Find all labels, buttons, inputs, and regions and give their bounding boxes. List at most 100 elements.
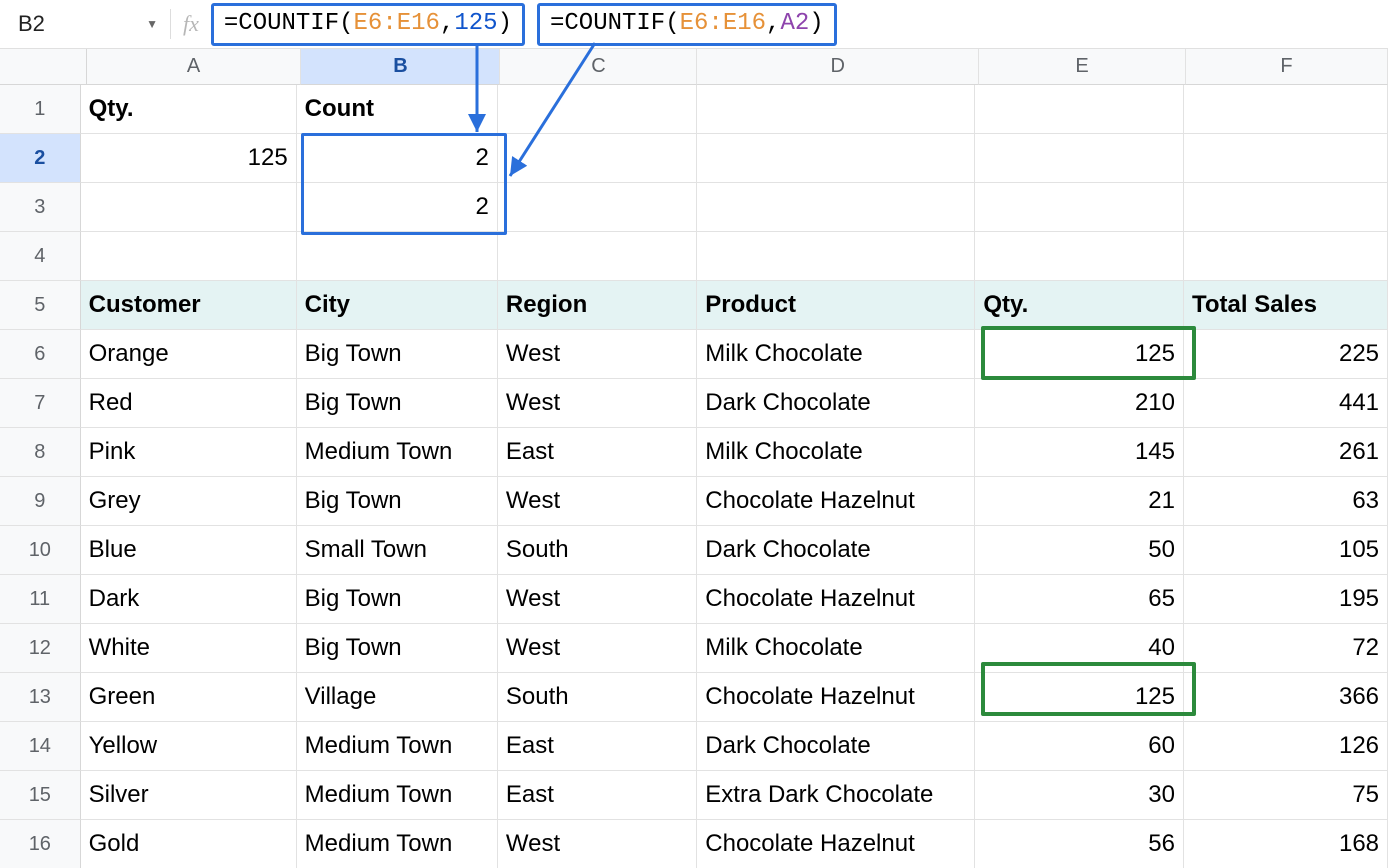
cell-b4[interactable]: [297, 232, 498, 281]
cell-f15[interactable]: 75: [1184, 771, 1388, 820]
cell-d1[interactable]: [697, 85, 975, 134]
cell-b8[interactable]: Medium Town: [297, 428, 498, 477]
cell-e10[interactable]: 50: [975, 526, 1184, 575]
cell-f7[interactable]: 441: [1184, 379, 1388, 428]
row-head-15[interactable]: 15: [0, 771, 81, 820]
cell-f6[interactable]: 225: [1184, 330, 1388, 379]
cell-c4[interactable]: [498, 232, 697, 281]
cell-a9[interactable]: Grey: [81, 477, 297, 526]
chevron-down-icon[interactable]: ▼: [146, 17, 158, 31]
cell-e2[interactable]: [975, 134, 1184, 183]
cell-f4[interactable]: [1184, 232, 1388, 281]
cell-b9[interactable]: Big Town: [297, 477, 498, 526]
cell-a15[interactable]: Silver: [81, 771, 297, 820]
cell-a11[interactable]: Dark: [81, 575, 297, 624]
cell-c9[interactable]: West: [498, 477, 697, 526]
cell-d8[interactable]: Milk Chocolate: [697, 428, 975, 477]
cell-f16[interactable]: 168: [1184, 820, 1388, 868]
cell-a2[interactable]: 125: [81, 134, 297, 183]
row-head-2[interactable]: 2: [0, 134, 81, 183]
cell-b2[interactable]: 2: [297, 134, 498, 183]
col-head-f[interactable]: F: [1186, 49, 1388, 85]
row-head-4[interactable]: 4: [0, 232, 81, 281]
cell-d10[interactable]: Dark Chocolate: [697, 526, 975, 575]
col-head-b[interactable]: B: [301, 49, 500, 85]
cell-d13[interactable]: Chocolate Hazelnut: [697, 673, 975, 722]
row-head-12[interactable]: 12: [0, 624, 81, 673]
cell-f5[interactable]: Total Sales: [1184, 281, 1388, 330]
cell-a1[interactable]: Qty.: [81, 85, 297, 134]
cell-d15[interactable]: Extra Dark Chocolate: [697, 771, 975, 820]
cell-b1[interactable]: Count: [297, 85, 498, 134]
row-head-3[interactable]: 3: [0, 183, 81, 232]
cell-e11[interactable]: 65: [975, 575, 1184, 624]
cell-c8[interactable]: East: [498, 428, 697, 477]
col-head-d[interactable]: D: [697, 49, 979, 85]
cell-f1[interactable]: [1184, 85, 1388, 134]
cell-b11[interactable]: Big Town: [297, 575, 498, 624]
cell-e15[interactable]: 30: [975, 771, 1184, 820]
cell-a6[interactable]: Orange: [81, 330, 297, 379]
row-head-10[interactable]: 10: [0, 526, 81, 575]
cell-c11[interactable]: West: [498, 575, 697, 624]
cell-e3[interactable]: [975, 183, 1184, 232]
cell-f13[interactable]: 366: [1184, 673, 1388, 722]
cell-c3[interactable]: [498, 183, 697, 232]
cell-c16[interactable]: West: [498, 820, 697, 868]
row-head-9[interactable]: 9: [0, 477, 81, 526]
cell-c14[interactable]: East: [498, 722, 697, 771]
col-head-c[interactable]: C: [500, 49, 697, 85]
cell-a8[interactable]: Pink: [81, 428, 297, 477]
cell-d11[interactable]: Chocolate Hazelnut: [697, 575, 975, 624]
cell-e12[interactable]: 40: [975, 624, 1184, 673]
cell-c7[interactable]: West: [498, 379, 697, 428]
cell-a10[interactable]: Blue: [81, 526, 297, 575]
cell-e8[interactable]: 145: [975, 428, 1184, 477]
cell-a13[interactable]: Green: [81, 673, 297, 722]
cell-e14[interactable]: 60: [975, 722, 1184, 771]
cell-c10[interactable]: South: [498, 526, 697, 575]
cell-e7[interactable]: 210: [975, 379, 1184, 428]
cell-a16[interactable]: Gold: [81, 820, 297, 868]
cell-f11[interactable]: 195: [1184, 575, 1388, 624]
row-head-14[interactable]: 14: [0, 722, 81, 771]
cell-c1[interactable]: [498, 85, 697, 134]
cell-d14[interactable]: Dark Chocolate: [697, 722, 975, 771]
cell-d2[interactable]: [697, 134, 975, 183]
row-head-13[interactable]: 13: [0, 673, 81, 722]
cell-d7[interactable]: Dark Chocolate: [697, 379, 975, 428]
cell-b7[interactable]: Big Town: [297, 379, 498, 428]
cell-d4[interactable]: [697, 232, 975, 281]
cell-b6[interactable]: Big Town: [297, 330, 498, 379]
cell-c6[interactable]: West: [498, 330, 697, 379]
col-head-e[interactable]: E: [979, 49, 1186, 85]
cell-f2[interactable]: [1184, 134, 1388, 183]
cell-d5[interactable]: Product: [697, 281, 975, 330]
name-box[interactable]: B2 ▼: [18, 11, 158, 37]
cell-b5[interactable]: City: [297, 281, 498, 330]
cell-f14[interactable]: 126: [1184, 722, 1388, 771]
row-head-11[interactable]: 11: [0, 575, 81, 624]
cell-d3[interactable]: [697, 183, 975, 232]
cell-c12[interactable]: West: [498, 624, 697, 673]
cell-f10[interactable]: 105: [1184, 526, 1388, 575]
cell-d9[interactable]: Chocolate Hazelnut: [697, 477, 975, 526]
cell-a7[interactable]: Red: [81, 379, 297, 428]
cell-f12[interactable]: 72: [1184, 624, 1388, 673]
fx-icon[interactable]: fx: [183, 11, 199, 37]
cell-e1[interactable]: [975, 85, 1184, 134]
cell-e9[interactable]: 21: [975, 477, 1184, 526]
cell-e13[interactable]: 125: [975, 673, 1184, 722]
cell-c2[interactable]: [498, 134, 697, 183]
cell-b14[interactable]: Medium Town: [297, 722, 498, 771]
col-head-a[interactable]: A: [87, 49, 302, 85]
cell-d12[interactable]: Milk Chocolate: [697, 624, 975, 673]
cell-a12[interactable]: White: [81, 624, 297, 673]
cell-e5[interactable]: Qty.: [975, 281, 1184, 330]
cell-b13[interactable]: Village: [297, 673, 498, 722]
select-all-corner[interactable]: [0, 49, 87, 85]
row-head-8[interactable]: 8: [0, 428, 81, 477]
cell-c5[interactable]: Region: [498, 281, 697, 330]
cell-e16[interactable]: 56: [975, 820, 1184, 868]
cell-b12[interactable]: Big Town: [297, 624, 498, 673]
